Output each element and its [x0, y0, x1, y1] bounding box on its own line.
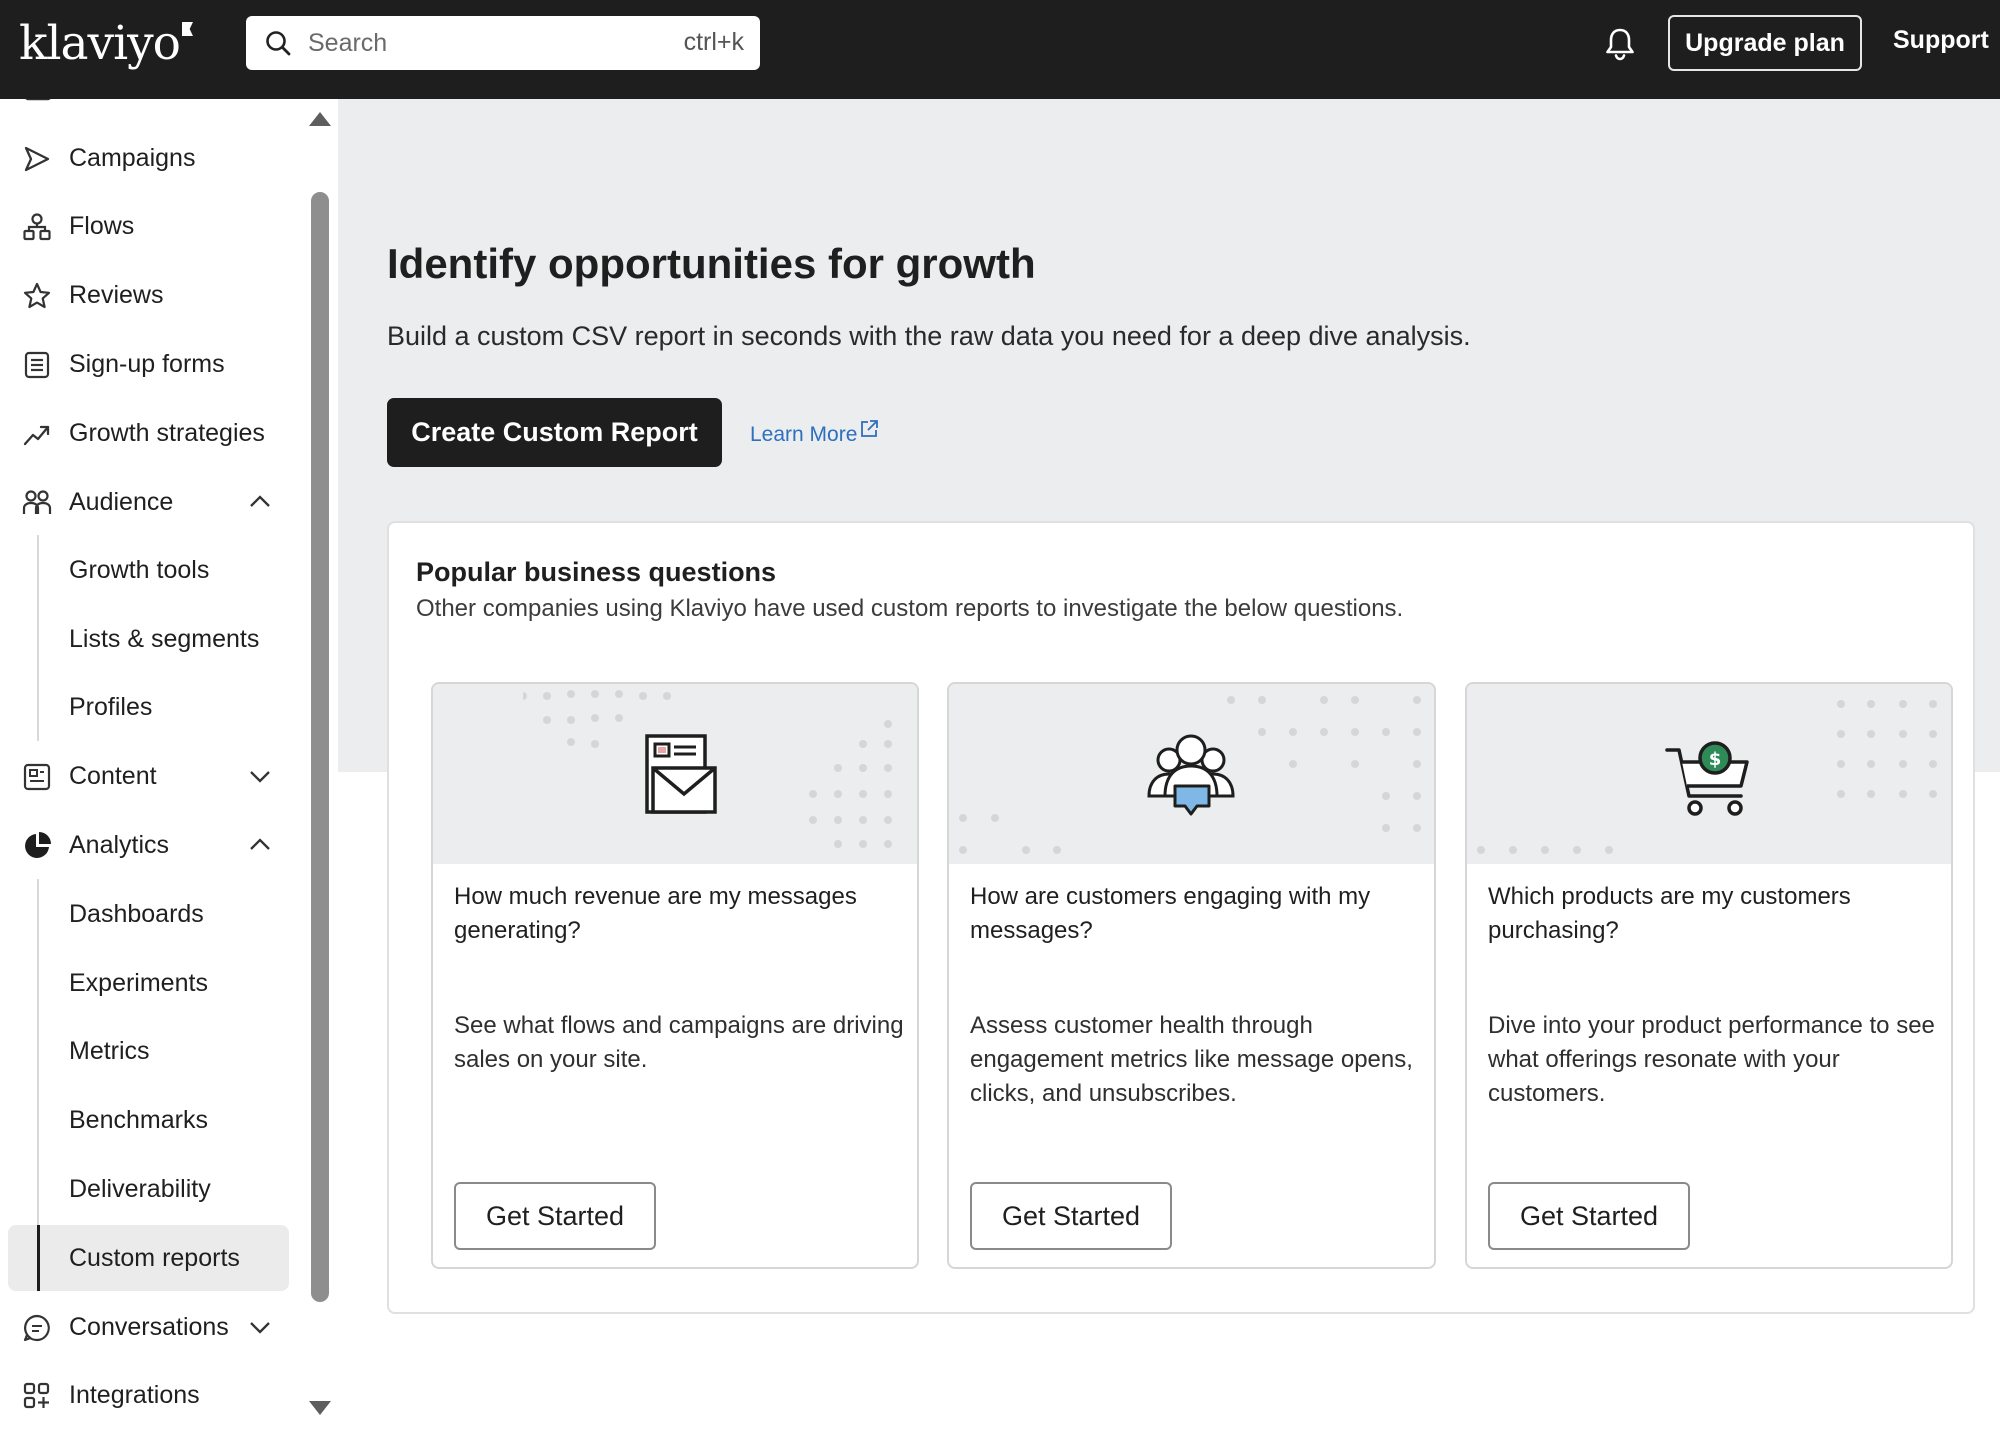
flows-icon: [23, 213, 51, 241]
sidebar-item-label: Deliverability: [69, 1174, 211, 1203]
chevron-up-icon: [250, 838, 270, 850]
sidebar-item-audience[interactable]: Audience: [0, 472, 300, 532]
sidebar-item-label: Custom reports: [69, 1243, 240, 1272]
search-box[interactable]: ctrl+k: [246, 16, 760, 70]
search-icon: [266, 31, 291, 56]
pie-chart-icon: [25, 832, 51, 858]
sidebar-item-campaigns[interactable]: Campaigns: [0, 128, 300, 188]
notification-bell-icon[interactable]: [1603, 26, 1637, 62]
sidebar-item-label: Campaigns: [69, 143, 196, 172]
get-started-button[interactable]: Get Started: [1488, 1182, 1690, 1250]
page-title: Identify opportunities for growth: [387, 240, 1036, 287]
sidebar-item-analytics[interactable]: Analytics: [0, 815, 300, 875]
learn-more-link[interactable]: Learn More: [750, 420, 879, 447]
sidebar-item-label: Dashboards: [69, 899, 204, 928]
trend-icon: [23, 425, 50, 446]
sidebar-item-growth-tools[interactable]: Growth tools: [0, 540, 300, 600]
sidebar-item-reviews[interactable]: Reviews: [0, 265, 300, 325]
sidebar-item-label: Integrations: [69, 1380, 200, 1409]
question-card-engagement: How are customers engaging with my messa…: [947, 682, 1436, 1269]
search-input[interactable]: [308, 26, 608, 60]
question-card-revenue: How much revenue are my messages generat…: [431, 682, 919, 1269]
newsletter-icon: [645, 734, 717, 814]
question-card-products: $ Which products are my customers purcha…: [1465, 682, 1953, 1269]
sidebar-scrollbar-thumb[interactable]: [311, 192, 329, 1302]
sidebar-item-label: Conversations: [69, 1312, 229, 1341]
sidebar-item-lists-segments[interactable]: Lists & segments: [0, 609, 300, 669]
sidebar-item-profiles[interactable]: Profiles: [0, 677, 300, 737]
panel-title: Popular business questions: [416, 557, 777, 587]
card-question: How much revenue are my messages generat…: [454, 883, 857, 944]
chevron-down-icon: [250, 1322, 270, 1334]
scroll-up-arrow[interactable]: [309, 112, 331, 126]
people-icon: [22, 490, 52, 514]
klaviyo-logo[interactable]: klaviyo: [19, 14, 193, 74]
sidebar-item-label: Metrics: [69, 1036, 150, 1065]
chevron-down-icon: [250, 771, 270, 783]
sidebar-item-experiments[interactable]: Experiments: [0, 953, 300, 1013]
sidebar-item-label: Benchmarks: [69, 1105, 208, 1134]
send-icon: [24, 146, 50, 172]
content-icon: [23, 763, 51, 791]
top-bar: klaviyo ctrl+k Upgrade plan Support: [0, 0, 2000, 99]
audience-chat-icon: [1147, 734, 1235, 816]
form-icon: [24, 351, 50, 379]
sidebar-item-label: Reviews: [69, 280, 164, 309]
shopping-cart-icon: $: [1665, 741, 1749, 816]
external-link-icon: [861, 420, 879, 437]
get-started-button[interactable]: Get Started: [454, 1182, 656, 1250]
sidebar-item-label: Experiments: [69, 968, 208, 997]
get-started-button[interactable]: Get Started: [970, 1182, 1172, 1250]
card-description: Dive into your product performance to se…: [1488, 1012, 1935, 1107]
sidebar-item-label: Flows: [69, 211, 135, 240]
create-custom-report-button[interactable]: Create Custom Report: [387, 398, 722, 467]
svg-text:$: $: [1709, 749, 1722, 770]
card-description: Assess customer health through engagemen…: [970, 1012, 1413, 1107]
support-link[interactable]: Support: [1893, 26, 1989, 55]
sidebar-item-signup-forms[interactable]: Sign-up forms: [0, 334, 300, 394]
integrations-icon: [23, 1382, 50, 1409]
logo-flag-icon: [181, 22, 193, 36]
chat-icon: [23, 1314, 50, 1342]
sidebar-item-label: Sign-up forms: [69, 349, 225, 378]
sidebar-item-dashboards[interactable]: Dashboards: [0, 884, 300, 944]
card-question: Which products are my customers purchasi…: [1488, 883, 1851, 944]
sidebar-item-conversations[interactable]: Conversations: [0, 1297, 300, 1357]
learn-more-label: Learn More: [750, 423, 858, 446]
sidebar-item-label: Lists & segments: [69, 624, 260, 653]
sidebar-item-label: Content: [69, 761, 157, 790]
card-description: See what flows and campaigns are driving…: [454, 1012, 904, 1073]
sidebar-item-custom-reports[interactable]: Custom reports: [0, 1228, 300, 1288]
sidebar-item-label: Analytics: [69, 830, 170, 859]
star-icon: [23, 282, 51, 309]
sidebar-item-label: Growth strategies: [69, 418, 265, 447]
logo-text: klaviyo: [19, 16, 181, 71]
panel-subtitle: Other companies using Klaviyo have used …: [416, 595, 1404, 622]
sidebar-item-benchmarks[interactable]: Benchmarks: [0, 1090, 300, 1150]
sidebar-item-metrics[interactable]: Metrics: [0, 1021, 300, 1081]
home-icon: [25, 99, 51, 101]
sidebar-item-growth-strategies[interactable]: Growth strategies: [0, 403, 300, 463]
chevron-up-icon: [250, 495, 270, 507]
sidebar-item-label: Growth tools: [69, 555, 210, 584]
sidebar-item-flows[interactable]: Flows: [0, 196, 300, 256]
sidebar-item-integrations[interactable]: Integrations: [0, 1365, 300, 1425]
upgrade-plan-button[interactable]: Upgrade plan: [1668, 15, 1862, 71]
sidebar-item-deliverability[interactable]: Deliverability: [0, 1159, 300, 1219]
sidebar-item-label: Audience: [69, 487, 174, 516]
page-subtitle: Build a custom CSV report in seconds wit…: [387, 321, 1471, 351]
scroll-down-arrow[interactable]: [309, 1401, 331, 1415]
search-shortcut: ctrl+k: [683, 28, 744, 56]
card-question: How are customers engaging with my messa…: [970, 883, 1371, 944]
sidebar-item-label: Profiles: [69, 692, 153, 721]
sidebar-item-content[interactable]: Content: [0, 746, 300, 806]
